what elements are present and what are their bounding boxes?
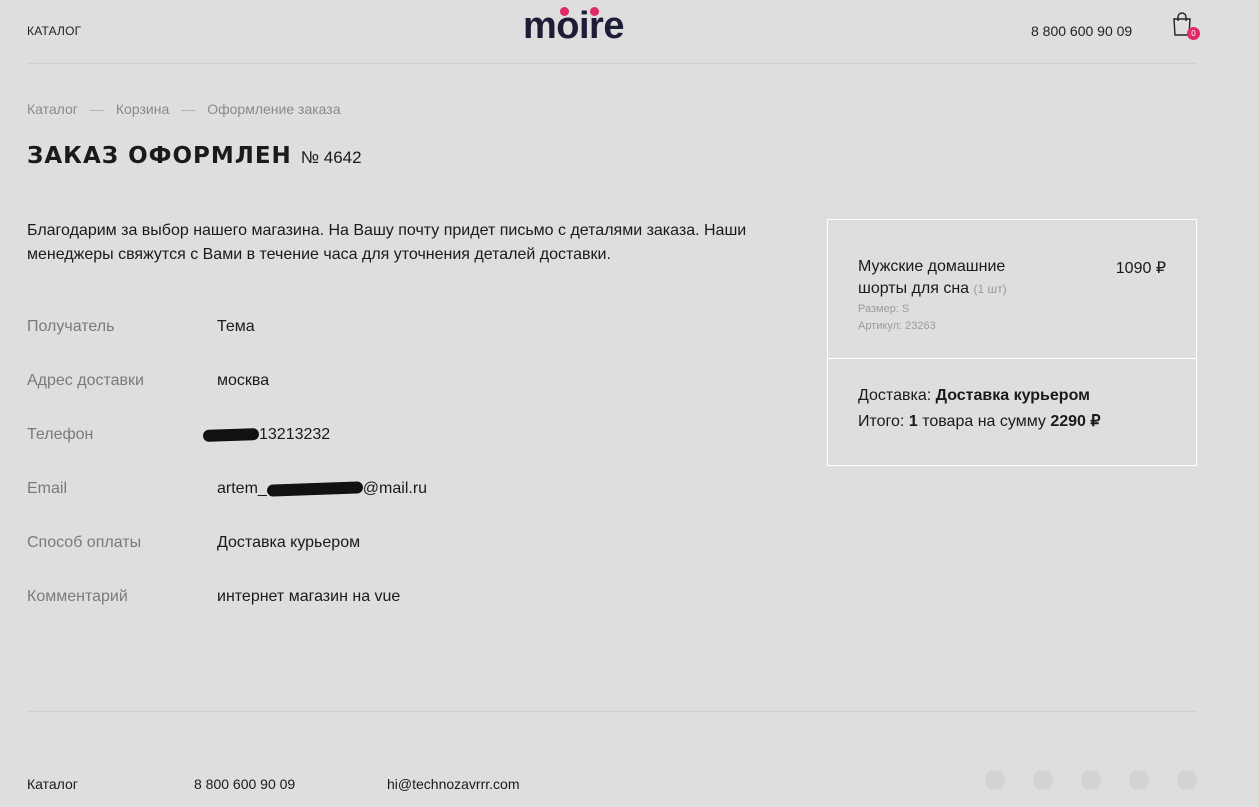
order-heading: ЗАКАЗ ОФОРМЛЕН — [27, 143, 292, 169]
page-title: ЗАКАЗ ОФОРМЛЕН № 4642 — [27, 143, 362, 169]
site-logo[interactable]: moire — [523, 4, 643, 47]
header-phone[interactable]: 8 800 600 90 09 — [1031, 23, 1132, 39]
detail-value: интернет магазин на vue — [217, 588, 401, 605]
redaction-scribble — [266, 481, 363, 497]
item-quantity: (1 шт) — [973, 282, 1007, 296]
delivery-line: Доставка: Доставка курьером — [858, 383, 1101, 409]
detail-label: Комментарий — [27, 588, 128, 605]
detail-row-payment: Способ оплаты Доставка курьером — [27, 534, 787, 558]
breadcrumb: Каталог — Корзина — Оформление заказа — [27, 101, 341, 117]
breadcrumb-checkout: Оформление заказа — [207, 101, 341, 117]
detail-label: Получатель — [27, 318, 115, 335]
detail-value-phone: 13213232 — [202, 426, 331, 444]
total-count: 1 — [908, 413, 918, 430]
facebook-icon[interactable] — [1081, 770, 1101, 790]
detail-value: москва — [217, 372, 270, 389]
footer-phone[interactable]: 8 800 600 90 09 — [194, 776, 295, 792]
breadcrumb-separator: — — [89, 101, 104, 117]
detail-value: Тема — [217, 318, 255, 335]
summary-totals: Доставка: Доставка курьером Итого: 1 тов… — [858, 383, 1101, 435]
detail-row-comment: Комментарий интернет магазин на vue — [27, 588, 787, 612]
breadcrumb-catalog[interactable]: Каталог — [27, 101, 78, 117]
footer-catalog-link[interactable]: Каталог — [27, 776, 78, 792]
footer-divider — [27, 711, 1197, 712]
nav-catalog-link[interactable]: КАТАЛОГ — [27, 24, 81, 38]
total-label: Итого: — [858, 413, 905, 430]
site-header: КАТАЛОГ moire 8 800 600 90 09 0 — [27, 0, 1200, 64]
redaction-scribble — [202, 427, 260, 442]
detail-row-address: Адрес доставки москва — [27, 372, 787, 396]
detail-row-email: Email artem_ @mail.ru — [27, 480, 787, 504]
thank-you-message: Благодарим за выбор нашего магазина. На … — [27, 222, 747, 263]
order-summary: Мужские домашние шорты для сна (1 шт) 10… — [827, 219, 1197, 466]
social-links — [985, 770, 1197, 790]
logo-dot-icon — [590, 7, 599, 16]
logo-text: moire — [523, 5, 624, 47]
vk-icon[interactable] — [985, 770, 1005, 790]
order-number: № 4642 — [300, 148, 362, 167]
item-name-block: Мужские домашние шорты для сна (1 шт) — [858, 256, 1058, 300]
telegram-icon[interactable] — [1177, 770, 1197, 790]
detail-row-recipient: Получатель Тема — [27, 318, 787, 342]
cart-button[interactable]: 0 — [1171, 12, 1200, 42]
detail-row-phone: Телефон 13213232 — [27, 426, 787, 450]
breadcrumb-cart[interactable]: Корзина — [116, 101, 169, 117]
detail-label: Способ оплаты — [27, 534, 142, 551]
item-article: Артикул: 23263 — [858, 320, 936, 332]
detail-value: Доставка курьером — [217, 534, 361, 551]
email-suffix: @mail.ru — [362, 480, 428, 497]
breadcrumb-separator: — — [181, 101, 196, 117]
detail-value-email: artem_ @mail.ru — [217, 480, 427, 498]
phone-visible-part: 13213232 — [259, 426, 331, 443]
instagram-icon[interactable] — [1033, 770, 1053, 790]
item-price: 1090 ₽ — [1115, 260, 1166, 277]
detail-label: Адрес доставки — [27, 372, 144, 389]
total-line: Итого: 1 товара на сумму 2290 ₽ — [858, 409, 1101, 435]
delivery-value: Доставка курьером — [935, 387, 1090, 404]
logo-dot-icon — [560, 7, 569, 16]
total-sum: 2290 ₽ — [1050, 413, 1101, 430]
email-prefix: artem_ — [217, 480, 267, 497]
summary-item: Мужские домашние шорты для сна (1 шт) 10… — [828, 220, 1196, 359]
item-size: Размер: S — [858, 303, 910, 315]
detail-label: Телефон — [27, 426, 94, 443]
footer-email[interactable]: hi@technozavrrr.com — [387, 776, 519, 792]
detail-label: Email — [27, 480, 68, 497]
cart-count-badge: 0 — [1187, 27, 1200, 40]
total-mid: товара на сумму — [922, 413, 1046, 430]
delivery-label: Доставка: — [858, 387, 932, 404]
twitter-icon[interactable] — [1129, 770, 1149, 790]
